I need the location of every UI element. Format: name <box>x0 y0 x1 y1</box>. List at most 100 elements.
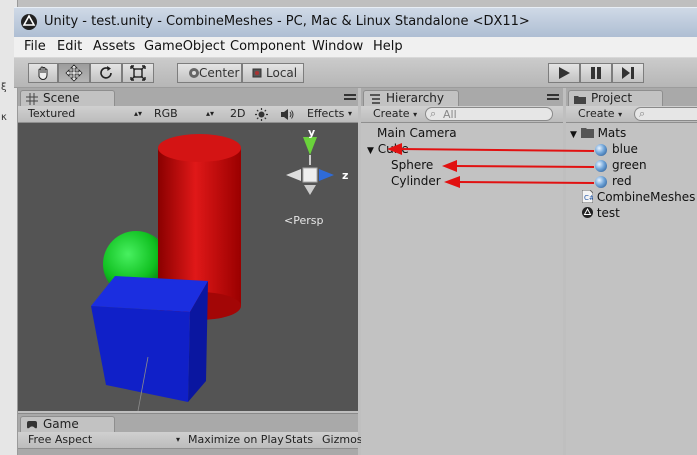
mode-2d-toggle[interactable]: 2D <box>230 107 245 120</box>
project-tab-bar: Project <box>566 88 697 107</box>
gizmo-y-label: y <box>308 126 315 139</box>
effects-arrow-icon: ▾ <box>348 109 353 118</box>
aspect-arrow-icon: ▾ <box>176 435 181 444</box>
game-panel: Game Free Aspect ▾ Maximize on Play Stat… <box>18 413 363 455</box>
menu-bar: File Edit Assets GameObject Component Wi… <box>14 37 697 58</box>
project-script-combinemeshes[interactable]: C# CombineMeshes <box>581 189 695 204</box>
menu-file[interactable]: File <box>22 39 48 54</box>
play-button[interactable] <box>548 63 580 83</box>
project-create-dropdown[interactable]: Create ▾ <box>578 107 622 120</box>
project-control-bar: Create ▾ ⌕ <box>566 106 697 123</box>
hierarchy-item-main-camera[interactable]: Main Camera <box>377 126 457 140</box>
project-material-blue[interactable]: blue <box>595 142 638 156</box>
expand-arrow-icon[interactable]: ▼ <box>367 146 374 156</box>
gizmos-dropdown[interactable]: Gizmos <box>322 433 363 446</box>
unity-scene-icon <box>582 207 593 218</box>
game-tab-bar: Game <box>18 414 358 433</box>
menu-window[interactable]: Window <box>310 39 365 54</box>
game-controller-icon <box>27 421 37 429</box>
hand-icon <box>38 66 48 81</box>
shading-mode-dropdown[interactable]: Textured <box>28 107 75 120</box>
tab-game-label: Game <box>43 417 79 431</box>
pivot-center-button[interactable]: Center <box>177 63 242 83</box>
hierarchy-tab-bar: Hierarchy <box>361 88 563 107</box>
svg-text:C#: C# <box>584 194 593 202</box>
search-icon: ⌕ <box>430 107 437 120</box>
project-folder-mats[interactable]: ▼ Mats <box>570 126 626 140</box>
scene-tab-bar: Scene <box>18 88 358 107</box>
scene-control-bar: Textured ▴▾ RGB ▴▾ 2D Effects ▾ <box>18 106 358 123</box>
hierarchy-panel-menu-icon[interactable] <box>547 94 559 104</box>
tab-project-label: Project <box>591 91 633 105</box>
menu-assets[interactable]: Assets <box>91 39 137 54</box>
folder-icon <box>580 128 594 138</box>
material-sphere-icon <box>595 160 607 172</box>
hierarchy-create-dropdown[interactable]: Create ▾ <box>373 107 417 120</box>
scene-viewport[interactable]: y z <Persp <box>18 123 358 411</box>
scene-lighting-icon[interactable] <box>255 108 268 121</box>
search-icon: ⌕ <box>639 107 646 120</box>
hierarchy-item-cylinder[interactable]: Cylinder <box>391 174 441 188</box>
project-scene-test[interactable]: test <box>582 206 620 220</box>
tab-hierarchy-label: Hierarchy <box>386 91 445 105</box>
project-search-input[interactable]: ⌕ <box>634 107 697 121</box>
scene-grid-icon <box>26 93 38 105</box>
project-list: ▼ Mats blue green red C# CombineMeshes <box>566 123 697 455</box>
pivot-center-label: Center <box>199 66 240 80</box>
tab-project[interactable]: Project <box>568 90 663 107</box>
hierarchy-item-cube[interactable]: ▼ Cube <box>367 142 409 156</box>
maximize-on-play-toggle[interactable]: Maximize on Play <box>188 433 284 446</box>
hierarchy-list: Main Camera ▼ Cube Sphere Cylinder <box>361 123 563 455</box>
project-material-green[interactable]: green <box>595 158 647 172</box>
shading-mode-arrow-icon: ▴▾ <box>134 109 143 118</box>
scene-panel-menu-icon[interactable] <box>344 94 356 104</box>
cube-object[interactable] <box>91 276 208 402</box>
menu-gameobject[interactable]: GameObject <box>142 39 227 54</box>
project-panel: Project Create ▾ ⌕ ▼ Mats blue green red <box>566 88 697 455</box>
menu-help[interactable]: Help <box>371 39 405 54</box>
step-icon <box>622 67 634 79</box>
persp-label[interactable]: <Persp <box>284 214 323 227</box>
render-mode-arrow-icon: ▴▾ <box>206 109 215 118</box>
game-control-bar: Free Aspect ▾ Maximize on Play Stats Giz… <box>18 432 363 449</box>
render-mode-dropdown[interactable]: RGB <box>154 107 178 120</box>
effects-dropdown[interactable]: Effects <box>307 107 344 120</box>
window-title-bar: Unity - test.unity - CombineMeshes - PC,… <box>14 7 697 37</box>
tab-game[interactable]: Game <box>20 416 115 433</box>
tab-scene[interactable]: Scene <box>20 90 115 107</box>
hierarchy-search-placeholder: All <box>443 108 457 121</box>
material-sphere-icon <box>595 176 607 188</box>
hierarchy-search-input[interactable]: ⌕ All <box>425 107 553 121</box>
hierarchy-panel: Hierarchy Create ▾ ⌕ All Main Camera ▼ C… <box>361 88 563 455</box>
hand-tool-button[interactable] <box>28 63 58 83</box>
rotate-tool-button[interactable] <box>90 63 122 83</box>
scene-render: y z <Persp <box>91 126 348 411</box>
hierarchy-item-sphere[interactable]: Sphere <box>391 158 433 172</box>
pivot-local-button[interactable]: Local <box>242 63 304 83</box>
pivot-local-label: Local <box>266 66 298 80</box>
menu-edit[interactable]: Edit <box>55 39 84 54</box>
material-sphere-icon <box>595 144 607 156</box>
aspect-dropdown[interactable]: Free Aspect <box>28 433 92 446</box>
move-tool-button[interactable] <box>58 63 90 83</box>
hierarchy-list-icon <box>370 94 380 104</box>
menu-component[interactable]: Component <box>228 39 307 54</box>
pause-button[interactable] <box>580 63 612 83</box>
tab-hierarchy[interactable]: Hierarchy <box>363 90 459 107</box>
pause-icon <box>591 67 601 79</box>
project-material-red[interactable]: red <box>595 174 632 188</box>
scale-icon <box>130 65 146 81</box>
play-icon <box>559 67 570 79</box>
orientation-gizmo[interactable] <box>286 137 334 195</box>
unity-logo-icon <box>21 14 37 30</box>
stats-toggle[interactable]: Stats <box>285 433 313 446</box>
gizmo-z-label: z <box>342 169 348 182</box>
move-icon <box>65 64 83 82</box>
expand-arrow-icon[interactable]: ▼ <box>570 130 577 140</box>
toolbar: Center Local <box>14 58 697 88</box>
step-button[interactable] <box>612 63 644 83</box>
scene-audio-icon[interactable] <box>280 108 294 121</box>
window-title: Unity - test.unity - CombineMeshes - PC,… <box>44 14 530 29</box>
csharp-script-icon: C# <box>581 189 595 204</box>
scale-tool-button[interactable] <box>122 63 154 83</box>
